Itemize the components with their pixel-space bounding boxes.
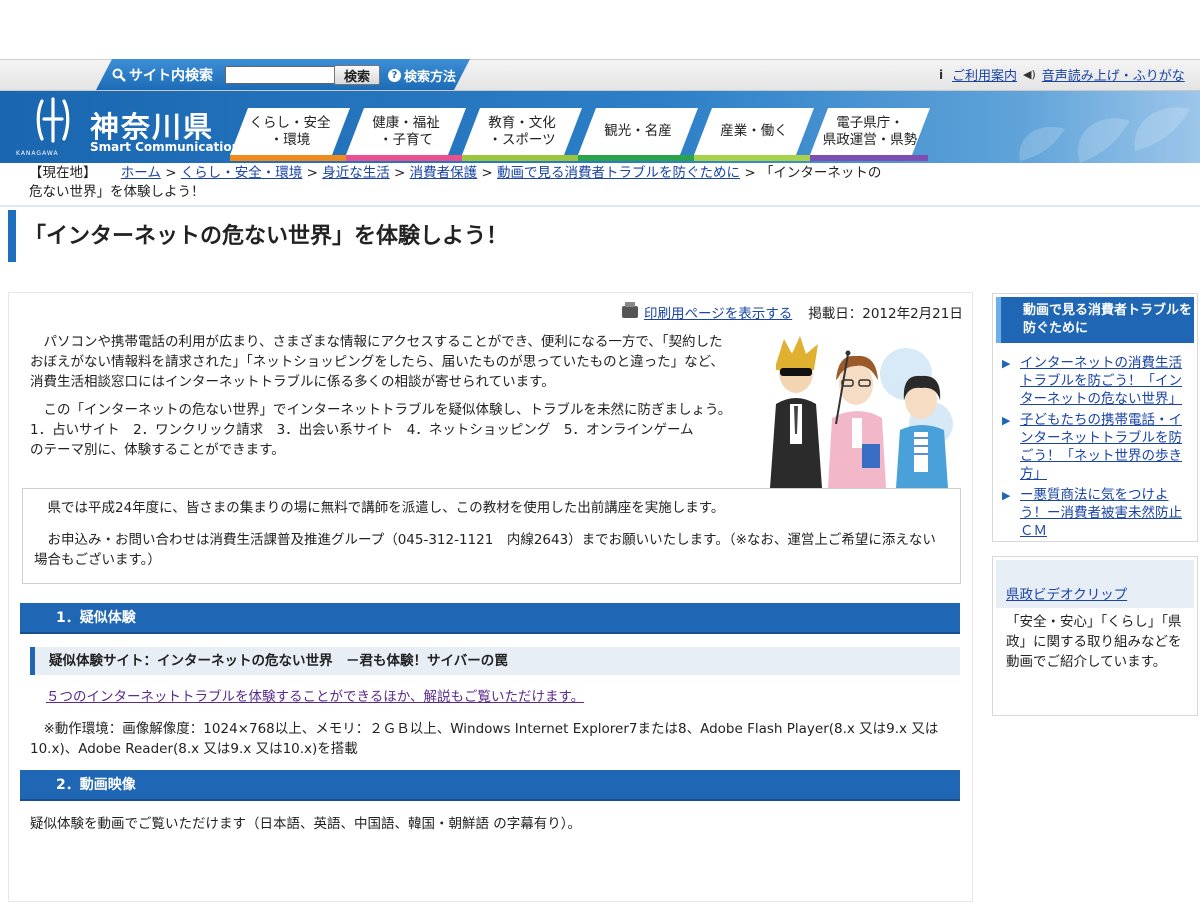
nav-label: 観光・名産	[604, 123, 672, 139]
arrow-right-icon: ▶	[1002, 414, 1011, 427]
intro-paragraph-2: この「インターネットの危ない世界」でインターネットトラブルを疑似体験し、トラブル…	[30, 400, 750, 460]
intro-paragraph-1: パソコンや携帯電話の利用が広まり、さまざまな情報にアクセスすることができ、便利に…	[30, 332, 750, 392]
sidebar-link-fraud-cm[interactable]: ー悪質商法に気をつけよう！ー消費者被害未然防止ＣＭ	[1020, 486, 1192, 540]
sidebar-link-item: ▶ インターネットの消費生活トラブルを防ごう！「インターネットの危ない世界」	[1002, 354, 1192, 408]
print-page-link[interactable]: 印刷用ページを表示する	[644, 302, 792, 322]
title-accent-bar	[8, 210, 16, 262]
guide-link[interactable]: ご利用案内	[952, 65, 1017, 84]
nav-label: 教育・文化	[488, 114, 556, 131]
breadcrumb-daily-life[interactable]: 身近な生活	[322, 165, 390, 181]
search-help-link[interactable]: ? 検索方法	[388, 66, 456, 85]
breadcrumb-label: 【現在地】	[29, 165, 97, 181]
breadcrumb-consumer[interactable]: 消費者保護	[410, 165, 478, 181]
intro-p1-line: パソコンや携帯電話の利用が広まり、さまざまな情報にアクセスすることができ、便利に…	[30, 334, 723, 350]
title-divider	[0, 205, 1200, 207]
search-input[interactable]	[225, 66, 335, 84]
section-heading-simulation: 1．疑似体験	[20, 603, 960, 634]
info-icon: i	[938, 67, 944, 82]
speaker-icon: ◀)	[1023, 68, 1036, 81]
notice-p2-line: 場合もございます。）	[34, 552, 161, 568]
video-clip-link[interactable]: 県政ビデオクリップ	[1006, 587, 1127, 603]
characters-illustration	[756, 334, 956, 488]
page-title: 「インターネットの危ない世界」を体験しよう！	[24, 224, 509, 249]
system-requirements: ※動作環境：画像解像度：1024×768以上、メモリ：２ＧＢ以上、Windows…	[30, 719, 960, 759]
notice-paragraph-1: 県では平成24年度に、皆さまの集まりの場に無料で講師を派遣し、この教材を使用した…	[34, 500, 725, 516]
nav-tab-industry-work[interactable]: 産業・働く	[694, 108, 814, 155]
subheading-simulation-site: 疑似体験サイト：インターネットの危ない世界 －君も体験！サイバーの罠	[30, 647, 960, 675]
notice-p2-line: お申込み・お問い合わせは消費生活課普及推進グループ（045-312-1121 内…	[34, 532, 936, 548]
nav-color-bar	[694, 155, 812, 161]
nav-label: ・スポーツ	[488, 131, 556, 148]
nav-label: 電子県庁・	[836, 114, 904, 131]
logo-kanagawa-text: KANAGAWA	[16, 150, 59, 157]
nav-label: ・子育て	[379, 131, 433, 148]
sidebar-link-children-mobile[interactable]: 子どもたちの携帯電話・インターネットトラブルを防ごう！「ネット世界の歩き方」	[1020, 411, 1192, 483]
print-row: 印刷用ページを表示する 掲載日：2012年2月21日	[622, 302, 963, 322]
publish-date: 掲載日：2012年2月21日	[808, 306, 963, 322]
kanagawa-emblem-icon	[36, 97, 70, 143]
nav-label: 県政運営・県勢	[822, 131, 918, 148]
question-icon: ?	[388, 69, 401, 82]
voice-reading-link[interactable]: 音声読み上げ・ふりがな	[1042, 65, 1185, 84]
search-button[interactable]: 検索	[334, 65, 380, 85]
nav-label: 産業・働く	[720, 123, 788, 139]
breadcrumb-current-cont: 危ない世界」を体験しよう！	[29, 184, 205, 200]
breadcrumb-home[interactable]: ホーム	[121, 165, 161, 181]
arrow-right-icon: ▶	[1002, 357, 1011, 370]
sidebar-video-clip-text: 「安全・安心」「くらし」「県政」に関する取り組みなどを動画でご紹介しています。	[1006, 614, 1182, 670]
nav-color-bar	[462, 155, 580, 161]
site-search-text: サイト内検索	[129, 68, 213, 84]
sidebar-link-internet-danger[interactable]: インターネットの消費生活トラブルを防ごう！「インターネットの危ない世界」	[1020, 354, 1192, 408]
simulation-site-link[interactable]: ５つのインターネットトラブルを体験することができるほか、解説もご覧いただけます。	[46, 687, 584, 707]
breadcrumb-life[interactable]: くらし・安全・環境	[181, 165, 303, 181]
intro-p1-line: 消費生活相談窓口にはインターネットトラブルに係る多くの相談が寄せられています。	[30, 374, 555, 390]
intro-p2-line: 1．占いサイト 2．ワンクリック請求 3．出会い系サイト 4．ネットショッピング…	[30, 422, 694, 438]
nav-color-bar	[346, 155, 464, 161]
requirements-line: ※動作環境：画像解像度：1024×768以上、メモリ：２ＧＢ以上、Windows…	[30, 721, 939, 737]
sidebar-related-title: 動画で見る消費者トラブルを防ぐために	[996, 297, 1194, 343]
section-heading-video: 2．動画映像	[20, 770, 960, 801]
nav-label: 健康・福祉	[372, 114, 440, 131]
breadcrumb: 【現在地】 ホーム > くらし・安全・環境 > 身近な生活 > 消費者保護 > …	[29, 165, 882, 200]
sidebar-link-item: ▶ ー悪質商法に気をつけよう！ー消費者被害未然防止ＣＭ	[1002, 486, 1192, 540]
intro-p2-line: この「インターネットの危ない世界」でインターネットトラブルを疑似体験し、トラブル…	[30, 402, 732, 418]
sidebar-link-item: ▶ 子どもたちの携帯電話・インターネットトラブルを防ごう！「ネット世界の歩き方」	[1002, 411, 1192, 483]
nav-tab-life-safety[interactable]: くらし・安全 ・環境	[230, 108, 350, 155]
nav-label: くらし・安全	[249, 114, 331, 131]
requirements-line: 10.x)、Adobe Reader(8.x 又は9.x 又は10.x)を搭載	[30, 741, 358, 757]
search-help-text: 検索方法	[404, 70, 457, 85]
ginkgo-leaf-decoration	[1019, 107, 1190, 163]
video-description: 疑似体験を動画でご覧いただけます（日本語、英語、中国語、韓国・朝鮮語 の字幕有り…	[30, 816, 582, 832]
notice-paragraph-2: お申込み・お問い合わせは消費生活課普及推進グループ（045-312-1121 内…	[34, 530, 954, 570]
nav-tab-tourism[interactable]: 観光・名産	[578, 108, 698, 155]
sidebar-video-clip-title: 県政ビデオクリップ	[1006, 583, 1127, 603]
intro-p1-line: おぼえがない情報料を請求された」「ネットショッピングをしたら、届いたものが思って…	[30, 354, 724, 370]
nav-color-bar	[578, 155, 696, 161]
arrow-right-icon: ▶	[1002, 489, 1011, 502]
nav-color-bar	[230, 155, 348, 161]
nav-color-bar	[810, 155, 928, 161]
printer-icon	[622, 302, 638, 318]
nav-label: ・環境	[269, 131, 311, 148]
sidebar-link-list: ▶ インターネットの消費生活トラブルを防ごう！「インターネットの危ない世界」 ▶…	[1002, 354, 1192, 543]
search-icon	[112, 68, 126, 82]
utility-links: i ご利用案内 ◀) 音声読み上げ・ふりがな	[936, 65, 1185, 85]
intro-p2-line: のテーマ別に、体験することができます。	[30, 442, 285, 458]
breadcrumb-current: 「インターネットの	[759, 165, 882, 181]
breadcrumb-video-trouble[interactable]: 動画で見る消費者トラブルを防ぐために	[497, 165, 740, 181]
nav-tab-health-welfare[interactable]: 健康・福祉 ・子育て	[346, 108, 466, 155]
site-search-label: サイト内検索	[112, 65, 213, 85]
nav-tab-education-culture[interactable]: 教育・文化 ・スポーツ	[462, 108, 582, 155]
logo-subtitle: Smart Communication	[90, 140, 241, 154]
nav-tab-e-government[interactable]: 電子県庁・ 県政運営・県勢	[810, 108, 930, 155]
